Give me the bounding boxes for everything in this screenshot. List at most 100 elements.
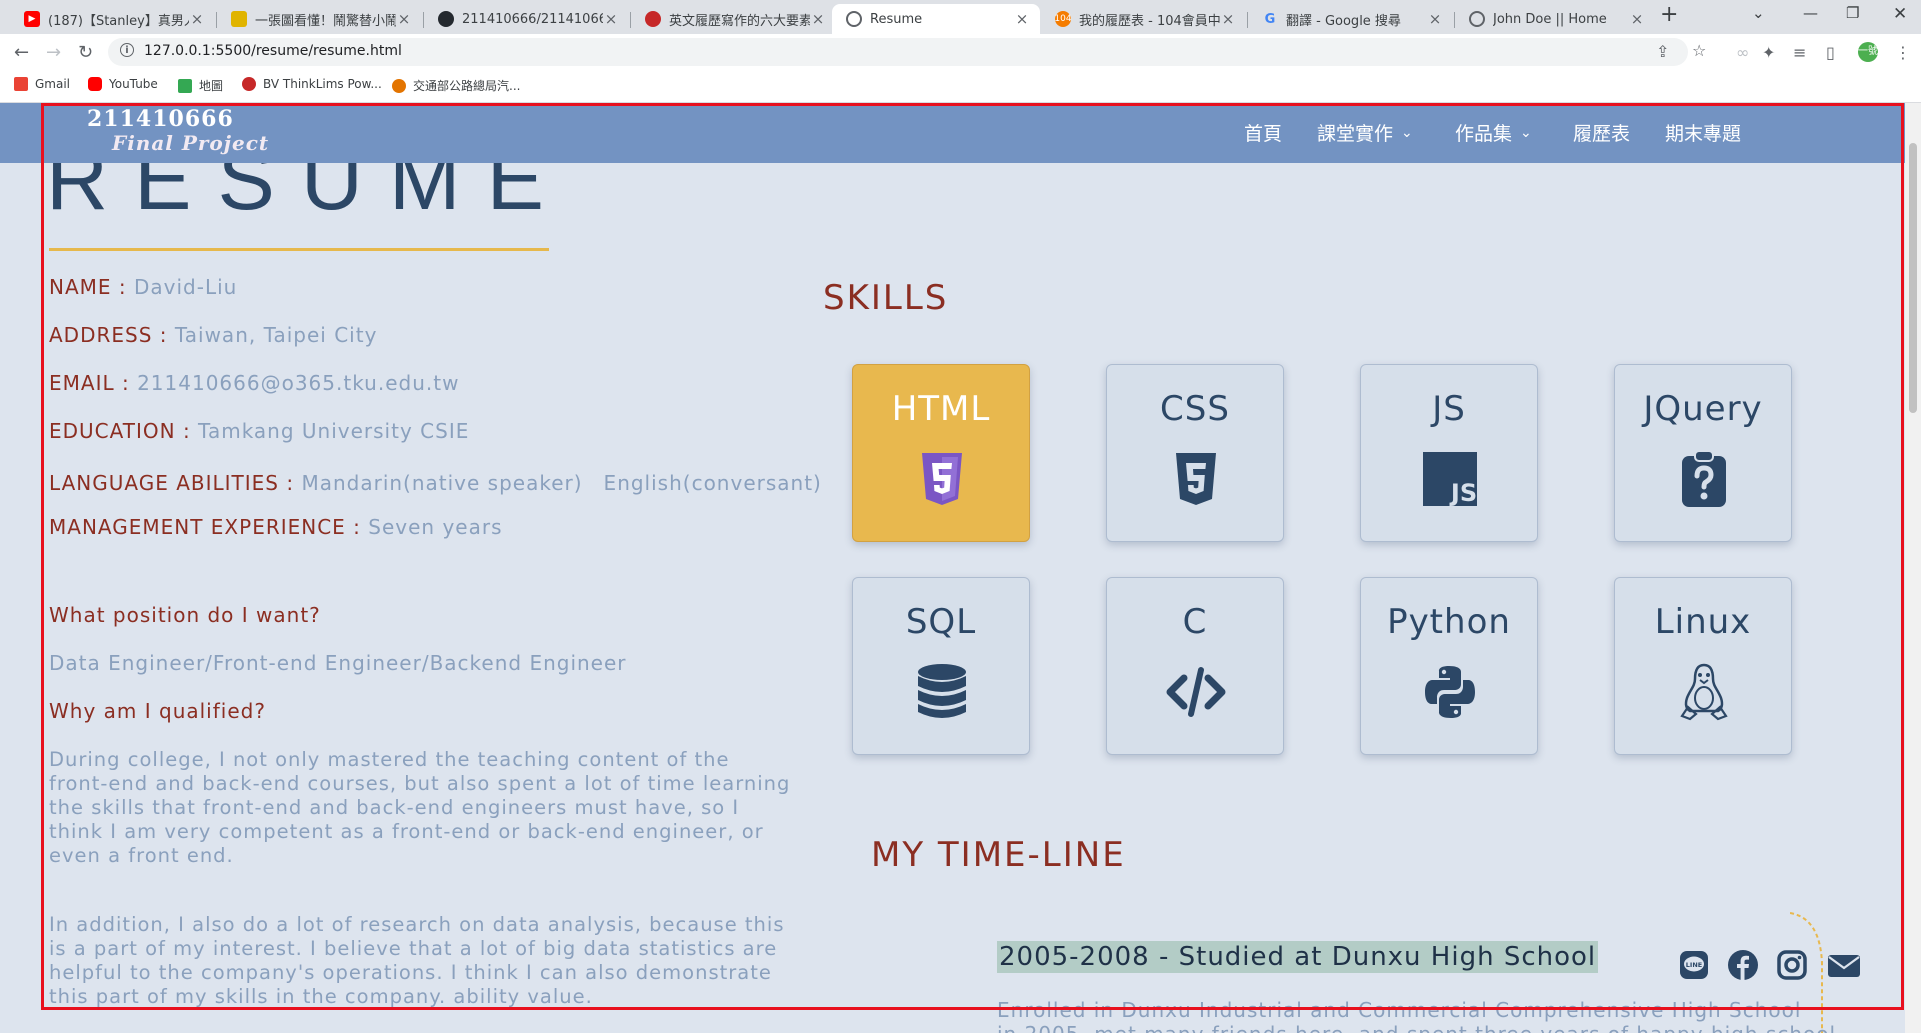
info-value: Seven years bbox=[368, 515, 503, 539]
browser-tab[interactable]: 104 我的履歷表 - 104會員中心 × bbox=[1041, 4, 1246, 34]
bookmark-gmail[interactable]: Gmail bbox=[14, 77, 70, 91]
extension-icon[interactable]: ∞ bbox=[1736, 43, 1749, 62]
close-tab-icon[interactable]: × bbox=[603, 10, 619, 28]
info-key: EDUCATION bbox=[49, 419, 176, 443]
linux-icon bbox=[1680, 663, 1728, 721]
browser-tab[interactable]: 英文履歷寫作的六大要素 × bbox=[631, 4, 836, 34]
nav-resume[interactable]: 履歷表 bbox=[1573, 119, 1630, 146]
skill-label: C bbox=[1182, 602, 1208, 642]
python-icon bbox=[1425, 666, 1475, 718]
timeline-heading: MY TIME-LINE bbox=[871, 835, 1126, 875]
url-text[interactable]: 127.0.0.1:5500/resume/resume.html bbox=[144, 43, 402, 59]
puzzle-icon[interactable]: ✦ bbox=[1762, 43, 1775, 62]
timeline-entry-title: 2005-2008 - Studied at Dunxu High School bbox=[997, 941, 1599, 973]
close-tab-icon[interactable]: × bbox=[396, 10, 412, 28]
bookmark-highway[interactable]: 交通部公路總局汽... bbox=[392, 77, 520, 94]
skill-card-css[interactable]: CSS bbox=[1106, 364, 1284, 542]
bookmark-maps[interactable]: 地圖 bbox=[178, 77, 223, 94]
question-position: What position do I want? bbox=[49, 603, 321, 627]
restore-icon[interactable]: ❐ bbox=[1846, 4, 1859, 22]
back-icon[interactable]: ← bbox=[14, 42, 29, 63]
mail-icon[interactable] bbox=[1826, 949, 1862, 981]
skill-card-js[interactable]: JS JS bbox=[1360, 364, 1538, 542]
browser-tab-active[interactable]: Resume × bbox=[832, 4, 1040, 34]
skill-card-python[interactable]: Python bbox=[1360, 577, 1538, 755]
code-icon bbox=[1166, 667, 1226, 717]
info-value: Mandarin(native speaker) English(convers… bbox=[301, 471, 822, 495]
skill-card-c[interactable]: C bbox=[1106, 577, 1284, 755]
nav-home[interactable]: 首頁 bbox=[1244, 119, 1282, 146]
close-tab-icon[interactable]: × bbox=[1629, 10, 1645, 28]
page-scrollbar[interactable] bbox=[1905, 103, 1921, 1033]
new-tab-icon[interactable]: + bbox=[1660, 2, 1678, 27]
nav-final-project[interactable]: 期末專題 bbox=[1665, 119, 1741, 146]
site-icon bbox=[242, 77, 256, 91]
browser-tab[interactable]: 一張圖看懂！鬧驚替小鬧鬧 × bbox=[217, 4, 422, 34]
tab-title: 211410666/211410666 bbox=[462, 11, 603, 27]
skill-label: Python bbox=[1387, 602, 1511, 642]
nav-class-practice[interactable]: 課堂實作 ⌄ bbox=[1317, 119, 1413, 146]
nav-portfolio[interactable]: 作品集 ⌄ bbox=[1455, 119, 1532, 146]
close-tab-icon[interactable]: × bbox=[1427, 10, 1443, 28]
info-language: LANGUAGE ABILITIES : Mandarin(native spe… bbox=[49, 471, 822, 495]
nav-label: 課堂實作 bbox=[1317, 123, 1394, 145]
scrollbar-thumb[interactable] bbox=[1909, 143, 1917, 413]
close-tab-icon[interactable]: × bbox=[1014, 10, 1030, 28]
site-icon: 104 bbox=[1054, 11, 1072, 27]
bookmark-youtube[interactable]: YouTube bbox=[88, 77, 158, 91]
svg-text:JS: JS bbox=[1449, 479, 1477, 507]
close-tab-icon[interactable]: × bbox=[810, 10, 826, 28]
facebook-icon[interactable] bbox=[1727, 949, 1759, 981]
info-key: EMAIL bbox=[49, 371, 115, 395]
browser-tab[interactable]: 211410666/211410666 × bbox=[424, 4, 629, 34]
bookmark-thinklims[interactable]: BV ThinkLims Pow... bbox=[242, 77, 382, 91]
site-icon bbox=[645, 11, 661, 27]
bookmark-label: 交通部公路總局汽... bbox=[413, 79, 521, 93]
close-tab-icon[interactable]: × bbox=[1220, 10, 1236, 28]
bookmark-star-icon[interactable]: ☆ bbox=[1692, 41, 1706, 60]
chevron-down-icon: ⌄ bbox=[1520, 124, 1532, 141]
browser-tab[interactable]: G 翻譯 - Google 搜尋 × bbox=[1248, 4, 1453, 34]
minimize-icon[interactable]: — bbox=[1803, 4, 1818, 22]
window-close-icon[interactable]: ✕ bbox=[1893, 4, 1907, 24]
instagram-icon[interactable] bbox=[1776, 949, 1808, 981]
info-key: NAME bbox=[49, 275, 112, 299]
skill-card-jquery[interactable]: JQuery bbox=[1614, 364, 1792, 542]
gmail-icon bbox=[14, 77, 28, 91]
media-icon[interactable]: ≡ bbox=[1793, 43, 1806, 62]
forward-icon[interactable]: → bbox=[46, 42, 61, 63]
info-value: Taiwan, Taipei City bbox=[174, 323, 378, 347]
info-key: ADDRESS bbox=[49, 323, 153, 347]
browser-toolbar: ← → ↻ i 127.0.0.1:5500/resume/resume.htm… bbox=[0, 34, 1921, 70]
js-icon: JS bbox=[1423, 452, 1477, 507]
bookmark-label: Gmail bbox=[35, 77, 71, 91]
skill-label: Linux bbox=[1654, 602, 1752, 642]
line-icon[interactable]: LINE bbox=[1678, 949, 1710, 981]
site-info-icon[interactable]: i bbox=[120, 43, 134, 57]
share-icon[interactable]: ⇪ bbox=[1656, 42, 1669, 61]
side-panel-icon[interactable]: ▯ bbox=[1826, 43, 1835, 62]
timeline-entry-line: in 2005, met many friends here, and spen… bbox=[997, 1022, 1835, 1033]
brand-student-id[interactable]: 211410666 bbox=[87, 106, 234, 132]
reload-icon[interactable]: ↻ bbox=[78, 42, 93, 63]
title-underline bbox=[49, 248, 549, 251]
skill-card-linux[interactable]: Linux bbox=[1614, 577, 1792, 755]
brand-subtitle[interactable]: Final Project bbox=[112, 131, 269, 155]
close-tab-icon[interactable]: × bbox=[189, 10, 205, 28]
menu-kebab-icon[interactable]: ⋮ bbox=[1895, 43, 1911, 62]
info-value: 211410666@o365.tku.edu.tw bbox=[137, 371, 460, 395]
tab-title: 我的履歷表 - 104會員中心 bbox=[1079, 13, 1220, 29]
site-icon bbox=[392, 78, 406, 93]
info-education: EDUCATION : Tamkang University CSIE bbox=[49, 419, 470, 443]
address-bar[interactable]: i 127.0.0.1:5500/resume/resume.html ⇪ ☆ bbox=[108, 38, 1706, 66]
tab-title: John Doe || Home bbox=[1493, 11, 1607, 27]
skill-card-html[interactable]: HTML bbox=[852, 364, 1030, 542]
tab-search-chevron-icon[interactable]: ⌄ bbox=[1752, 4, 1765, 22]
skill-label: HTML bbox=[891, 389, 991, 429]
site-navbar: 211410666 Final Project 首頁 課堂實作 ⌄ 作品集 ⌄ … bbox=[0, 103, 1905, 163]
profile-avatar[interactable]: 一號 bbox=[1858, 42, 1878, 62]
browser-tab[interactable]: John Doe || Home × bbox=[1455, 4, 1655, 34]
skill-card-sql[interactable]: SQL bbox=[852, 577, 1030, 755]
browser-tab[interactable]: ▶ (187)【Stanley】真男人之 × bbox=[10, 4, 215, 34]
info-key: LANGUAGE ABILITIES bbox=[49, 471, 279, 495]
